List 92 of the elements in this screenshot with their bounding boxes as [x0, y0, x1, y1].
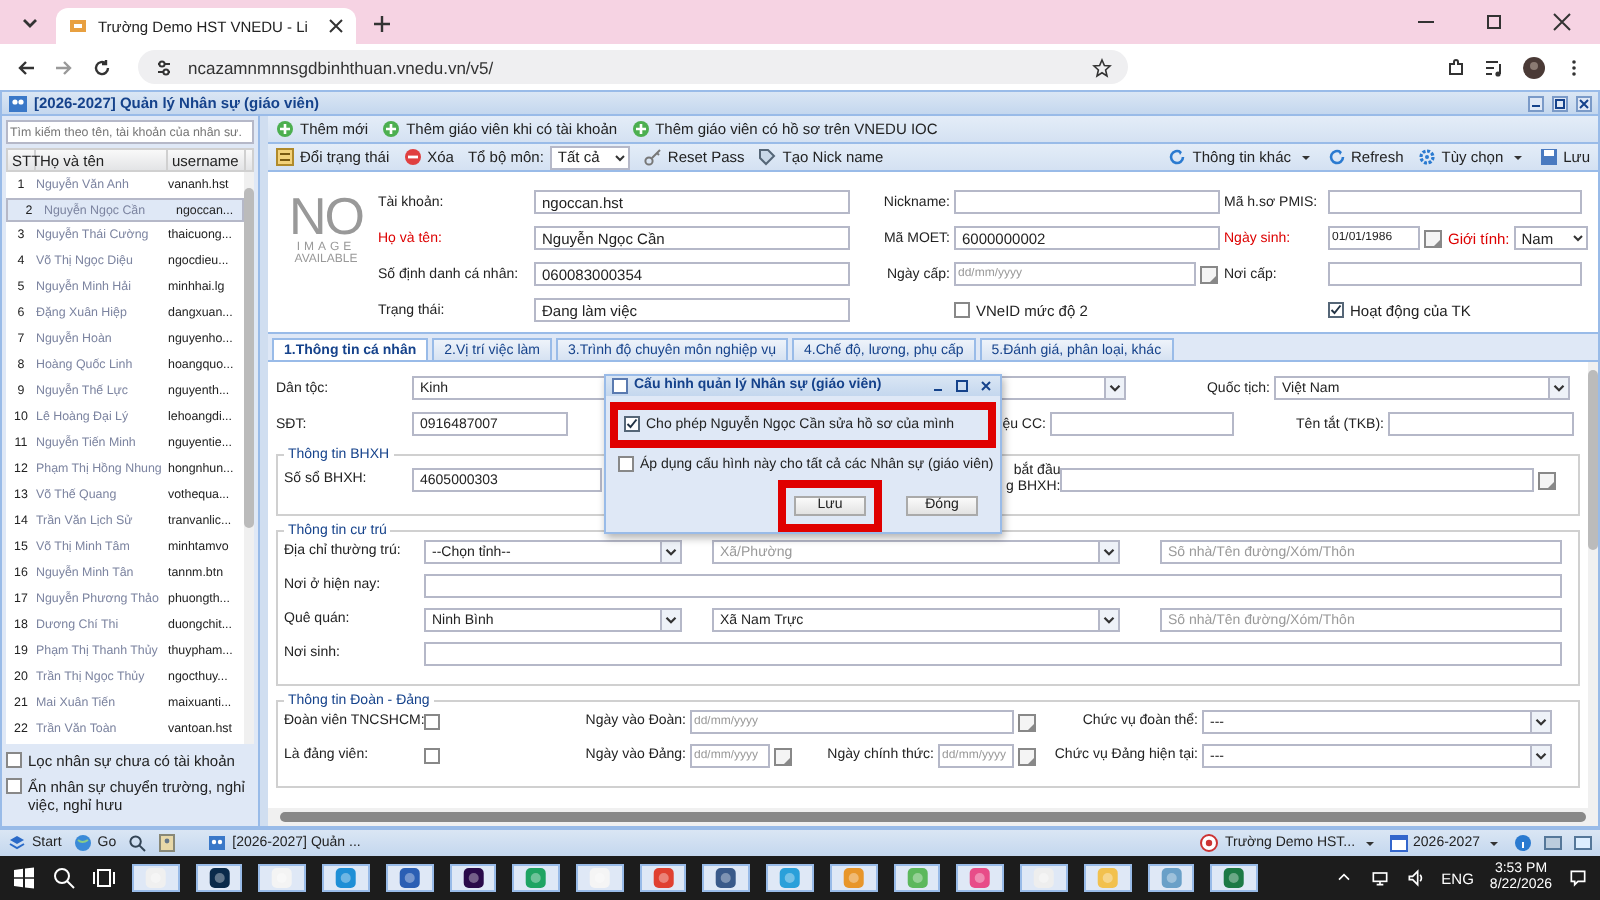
people-icon	[208, 834, 227, 852]
maximize-icon[interactable]	[1484, 12, 1504, 32]
checkbox[interactable]	[6, 752, 22, 768]
caret-icon	[1104, 378, 1124, 398]
text-field[interactable]	[954, 190, 1220, 214]
checkbox[interactable]	[424, 748, 440, 764]
text-field[interactable]	[424, 642, 1562, 666]
scrollbar[interactable]	[268, 808, 1598, 826]
app-icon[interactable]	[385, 864, 434, 892]
search-icon[interactable]	[52, 866, 76, 890]
window-icon[interactable]	[1574, 834, 1592, 852]
save-icon	[1539, 148, 1558, 166]
calendar-icon	[1389, 834, 1408, 852]
scrollbar[interactable]	[244, 172, 254, 744]
favicon-icon	[68, 16, 88, 36]
app-icon[interactable]	[449, 864, 497, 892]
calendar-icon[interactable]	[1538, 471, 1556, 489]
notification-icon[interactable]	[1568, 868, 1589, 888]
extensions-icon[interactable]	[1446, 57, 1466, 77]
date-field[interactable]	[1060, 468, 1534, 492]
star-icon[interactable]	[1092, 57, 1112, 77]
minimize-icon[interactable]	[1528, 95, 1544, 111]
network-icon[interactable]	[1369, 868, 1390, 888]
app-icon[interactable]	[1083, 864, 1131, 892]
reload-icon[interactable]	[92, 57, 112, 77]
contacts-icon[interactable]	[158, 834, 177, 852]
text-field[interactable]	[1328, 190, 1582, 214]
caret-icon	[660, 542, 680, 562]
app-icon[interactable]	[893, 864, 941, 892]
calendar-icon[interactable]	[1018, 713, 1036, 731]
text-field[interactable]	[1050, 412, 1234, 436]
checkbox[interactable]	[6, 778, 22, 794]
address-bar[interactable]: ncazamnmnnsgdbinhthuan.vnedu.vn/v5/	[138, 50, 1128, 84]
text-field[interactable]	[1388, 412, 1574, 436]
refresh-icon	[1327, 148, 1345, 166]
delete-icon	[403, 148, 422, 166]
flag-icon	[1200, 834, 1219, 852]
app-icon[interactable]	[702, 864, 751, 892]
calendar-icon[interactable]	[1018, 747, 1036, 765]
caret-icon	[611, 149, 628, 165]
caret-icon	[1098, 542, 1118, 562]
tag-icon	[758, 148, 777, 166]
maximize-icon[interactable]	[954, 377, 970, 394]
caret-icon	[1098, 610, 1118, 630]
stack-icon	[8, 834, 26, 852]
close-icon[interactable]	[978, 377, 994, 394]
text-field[interactable]	[424, 574, 1562, 598]
close-icon[interactable]	[1552, 12, 1572, 32]
info-icon[interactable]	[1514, 834, 1532, 852]
refresh-icon	[1168, 148, 1187, 166]
caret-icon	[1569, 230, 1586, 246]
caret-icon	[1530, 746, 1550, 766]
close-icon[interactable]	[328, 18, 344, 34]
plus-icon	[382, 120, 401, 138]
plus-icon	[631, 120, 650, 138]
task-view-icon[interactable]	[92, 866, 116, 890]
window-icon	[612, 377, 628, 394]
checkbox[interactable]	[1328, 302, 1344, 318]
key-icon	[643, 148, 662, 166]
checkbox[interactable]	[424, 714, 440, 730]
caret-icon	[1530, 712, 1550, 732]
checkbox[interactable]	[618, 456, 634, 473]
caret-icon	[1548, 378, 1568, 398]
new-tab-icon[interactable]	[372, 14, 392, 34]
forward-icon[interactable]	[54, 57, 74, 77]
restore-icon[interactable]	[1552, 95, 1568, 111]
plus-icon	[276, 120, 294, 138]
media-icon[interactable]	[1484, 57, 1504, 77]
settings-icon	[1417, 148, 1436, 166]
calendar-icon[interactable]	[1200, 265, 1218, 283]
scrollbar[interactable]	[1588, 362, 1598, 808]
windows-logo-icon[interactable]	[12, 866, 36, 890]
volume-icon[interactable]	[1405, 868, 1426, 888]
checkbox[interactable]	[624, 416, 640, 433]
app-icon[interactable]	[195, 864, 243, 892]
checkbox[interactable]	[954, 302, 970, 318]
text-field[interactable]	[1328, 262, 1582, 286]
close-icon[interactable]	[1576, 95, 1592, 111]
calendar-icon[interactable]	[774, 747, 792, 765]
calendar-icon[interactable]	[1424, 229, 1442, 247]
app-icon[interactable]	[1147, 864, 1195, 892]
globe-icon	[73, 834, 92, 852]
placeholder-text: NO	[289, 190, 363, 242]
caret-icon	[660, 610, 680, 630]
message-icon[interactable]	[1544, 834, 1562, 852]
swap-icon	[276, 148, 294, 166]
search-icon[interactable]	[128, 834, 147, 852]
back-icon[interactable]	[16, 57, 36, 77]
app-icon[interactable]	[639, 864, 687, 892]
site-info-icon[interactable]	[154, 57, 174, 77]
people-icon	[8, 93, 28, 113]
profile-avatar-icon[interactable]	[1522, 55, 1546, 79]
